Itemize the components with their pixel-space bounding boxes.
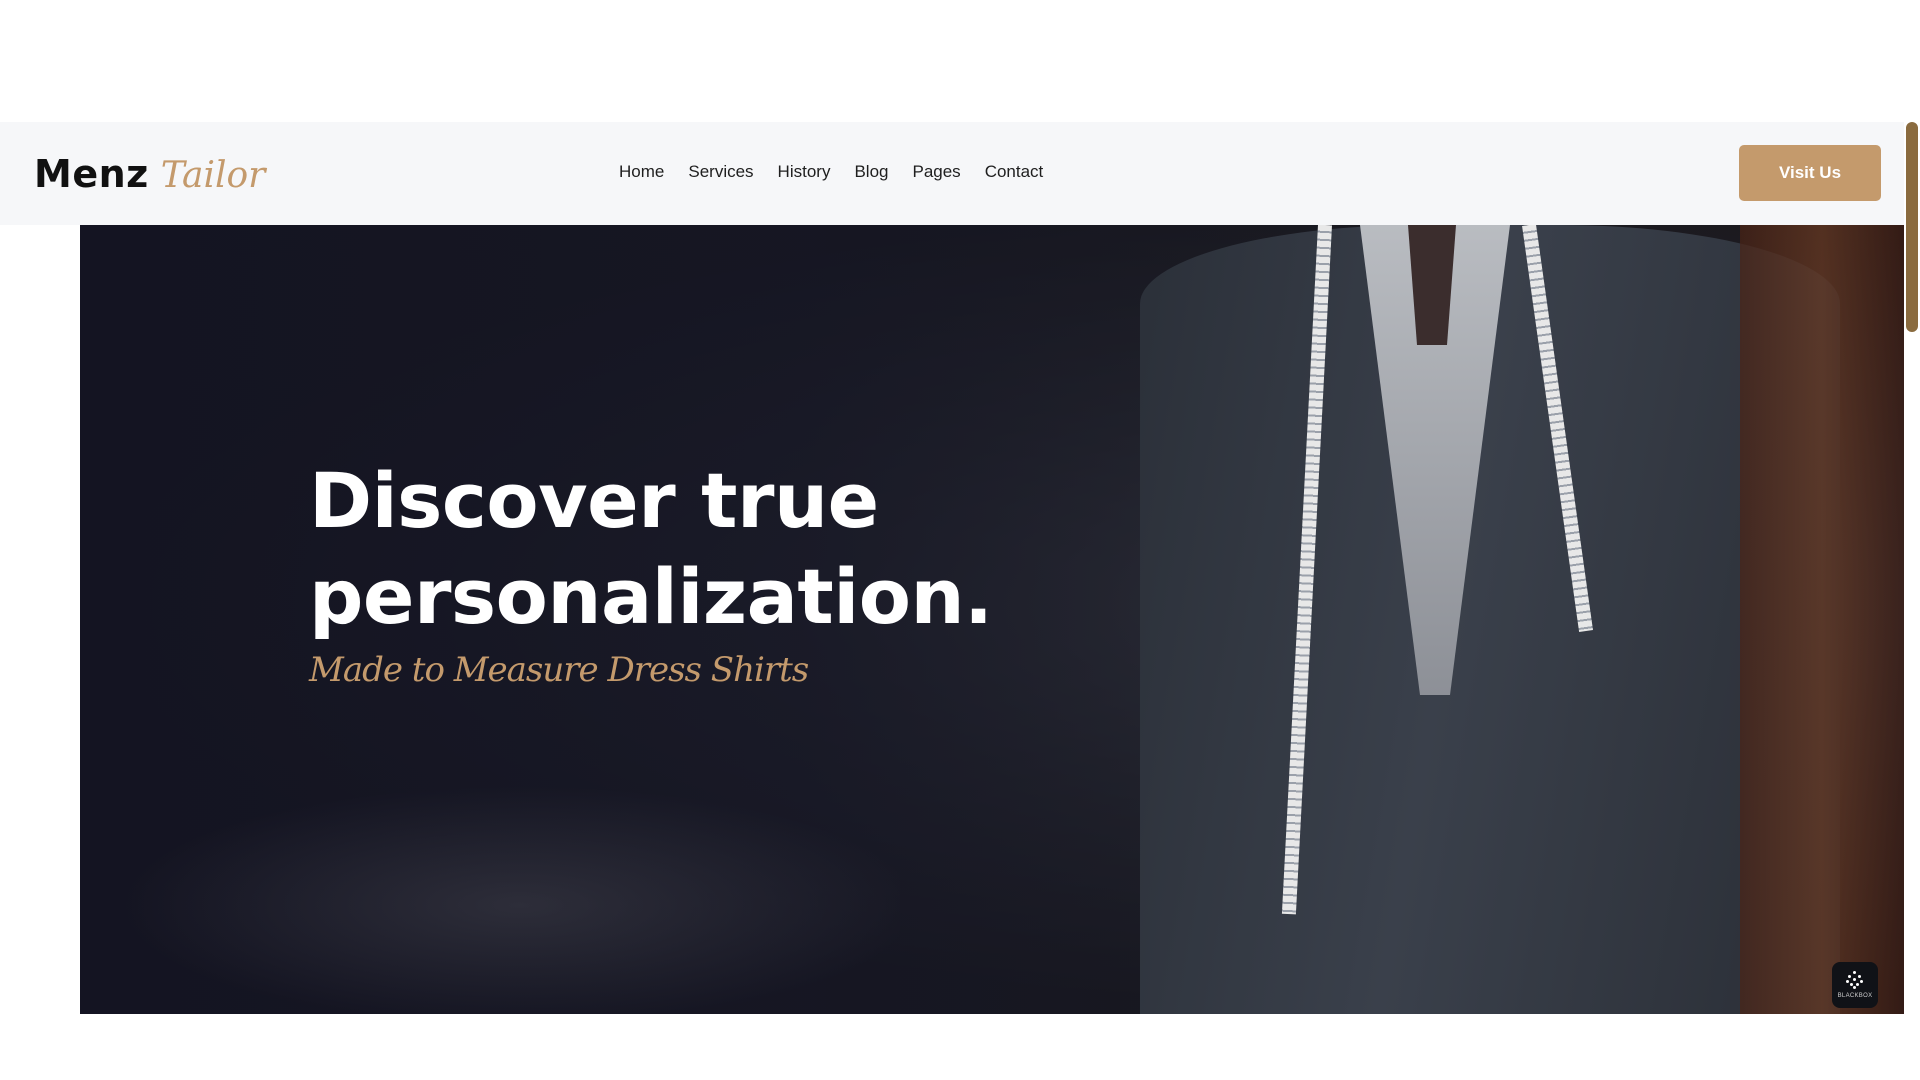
hero-background-table [120,785,900,1014]
logo-script-text: Tailor [160,155,266,196]
hero-title: Discover true personalization. [309,453,1029,645]
site-logo[interactable]: Menz Tailor [34,152,265,200]
blackbox-label: BLACKBOX [1837,993,1873,999]
nav-item-history[interactable]: History [778,160,831,184]
blackbox-badge[interactable]: BLACKBOX [1832,962,1878,1008]
visit-us-button[interactable]: Visit Us [1739,145,1881,201]
nav-item-blog[interactable]: Blog [854,160,888,184]
hero-title-line1: Discover true [309,456,879,545]
navbar: Menz Tailor Home Services History Blog P… [0,122,1904,225]
nav-item-pages[interactable]: Pages [912,160,960,184]
scrollbar-thumb[interactable] [1906,122,1918,332]
nav-item-services[interactable]: Services [688,160,753,184]
nav-item-home[interactable]: Home [619,160,664,184]
top-blank-area [0,0,1920,122]
blackbox-icon [1846,971,1864,989]
nav-item-contact[interactable]: Contact [985,160,1044,184]
hero-background-wood-panel [1740,225,1904,1014]
hero-title-line2: personalization. [309,552,993,641]
main-navigation: Home Services History Blog Pages Contact [619,160,1067,184]
hero-subtitle: Made to Measure Dress Shirts [309,650,809,690]
logo-main-text: Menz [34,152,149,196]
hero-banner: Discover true personalization. Made to M… [80,225,1904,1014]
